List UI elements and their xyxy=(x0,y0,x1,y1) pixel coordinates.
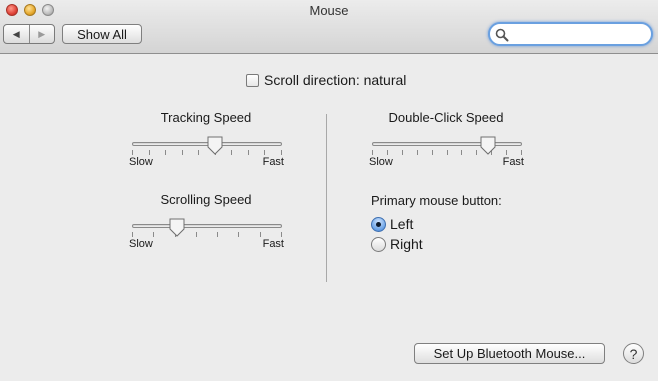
slider-tick xyxy=(431,150,433,155)
slider-min-label: Slow xyxy=(129,238,153,250)
radio-left[interactable] xyxy=(371,216,386,232)
slider-tick xyxy=(181,150,183,155)
slider-tick xyxy=(231,150,233,155)
slider-tick xyxy=(476,150,478,155)
scrolling-speed-title: Scrolling Speed xyxy=(160,192,252,207)
slider-tick xyxy=(259,232,261,237)
titlebar-toolbar: Mouse ◀ ▶ Show All xyxy=(0,0,658,54)
back-arrow-icon: ◀ xyxy=(12,28,20,39)
back-button[interactable]: ◀ xyxy=(4,25,29,43)
slider-tick xyxy=(446,150,448,155)
mouse-preferences-window: Mouse ◀ ▶ Show All Scroll direction: nat… xyxy=(0,0,658,381)
primary-button-right-option[interactable]: Right xyxy=(371,236,423,252)
slider-tick xyxy=(521,150,522,155)
slider-tick xyxy=(198,150,200,155)
slider-tick xyxy=(195,232,197,237)
slider-tick xyxy=(148,150,150,155)
slider-max-label: Fast xyxy=(262,238,284,250)
slider-tick xyxy=(132,232,133,237)
window-title: Mouse xyxy=(309,3,349,18)
slider-min-label: Slow xyxy=(369,156,393,168)
slider-tick xyxy=(153,232,155,237)
slider-ticks xyxy=(372,150,522,156)
slider-track xyxy=(372,142,522,146)
slider-tick xyxy=(165,150,167,155)
slider-knob[interactable] xyxy=(480,136,496,155)
scroll-direction-checkbox[interactable] xyxy=(246,73,259,87)
set-up-bluetooth-mouse-button[interactable]: Set Up Bluetooth Mouse... xyxy=(414,343,605,364)
search-input[interactable] xyxy=(512,26,646,42)
slider-max-label: Fast xyxy=(502,156,524,168)
slider-tick xyxy=(416,150,418,155)
slider-track xyxy=(132,224,282,228)
double-click-speed-slider[interactable]: Slow Fast xyxy=(369,136,524,168)
slider-knob[interactable] xyxy=(207,136,223,155)
primary-button-title: Primary mouse button: xyxy=(371,193,502,208)
slider-tick xyxy=(401,150,403,155)
double-click-speed-title: Double-Click Speed xyxy=(388,110,504,125)
slider-tick xyxy=(281,150,282,155)
radio-right-label: Right xyxy=(390,236,423,252)
primary-button-left-option[interactable]: Left xyxy=(371,216,413,232)
column-divider xyxy=(326,114,327,282)
slider-max-label: Fast xyxy=(262,156,284,168)
slider-tick xyxy=(132,150,133,155)
slider-tick xyxy=(372,150,373,155)
radio-right[interactable] xyxy=(371,236,386,252)
back-forward-control: ◀ ▶ xyxy=(3,24,55,44)
tracking-speed-title: Tracking Speed xyxy=(160,110,252,125)
slider-tick xyxy=(264,150,266,155)
help-button[interactable]: ? xyxy=(623,343,644,364)
show-all-button[interactable]: Show All xyxy=(62,24,142,44)
slider-min-label: Slow xyxy=(129,156,153,168)
slider-tick xyxy=(506,150,508,155)
slider-ticks xyxy=(132,232,282,238)
slider-tick xyxy=(238,232,240,237)
slider-tick xyxy=(217,232,219,237)
tracking-speed-slider[interactable]: Slow Fast xyxy=(129,136,284,168)
forward-arrow-icon: ▶ xyxy=(38,28,46,39)
search-icon xyxy=(495,28,509,42)
slider-tick xyxy=(247,150,249,155)
slider-tick xyxy=(386,150,388,155)
slider-tick xyxy=(461,150,463,155)
scroll-direction-row[interactable]: Scroll direction: natural xyxy=(246,72,406,88)
forward-button[interactable]: ▶ xyxy=(28,25,55,43)
scroll-direction-label: Scroll direction: natural xyxy=(264,72,407,88)
search-field[interactable] xyxy=(488,22,653,46)
radio-left-label: Left xyxy=(390,216,414,232)
slider-knob[interactable] xyxy=(169,218,185,237)
scrolling-speed-slider[interactable]: Slow Fast xyxy=(129,218,284,250)
slider-tick xyxy=(281,232,282,237)
